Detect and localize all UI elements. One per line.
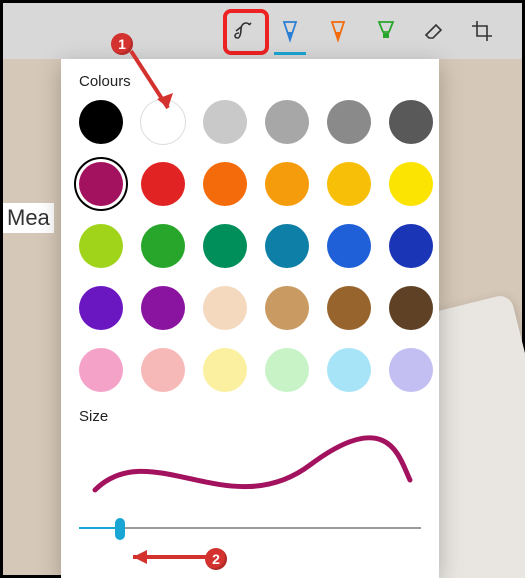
stroke-preview — [79, 435, 421, 505]
colour-swatch[interactable] — [141, 286, 185, 330]
colour-swatch[interactable] — [203, 162, 247, 206]
app-frame: Mea EL Colours Size — [0, 0, 525, 578]
slider-track — [79, 527, 421, 529]
pen-tool[interactable] — [272, 13, 308, 49]
colour-swatch[interactable] — [79, 224, 123, 268]
pen-icon — [278, 19, 302, 43]
callout-1: 1 — [111, 33, 133, 55]
colour-swatch[interactable] — [141, 100, 185, 144]
colour-swatch[interactable] — [327, 348, 371, 392]
colour-swatch[interactable] — [265, 224, 309, 268]
pen-popup: Colours Size — [61, 59, 439, 578]
colour-swatch[interactable] — [389, 224, 433, 268]
slider-thumb[interactable] — [115, 518, 125, 540]
colour-swatch[interactable] — [265, 162, 309, 206]
colour-swatch-grid — [79, 100, 421, 392]
colour-swatch[interactable] — [327, 224, 371, 268]
size-heading: Size — [79, 408, 421, 425]
eraser-tool[interactable] — [416, 13, 452, 49]
colour-swatch[interactable] — [79, 100, 123, 144]
colour-swatch[interactable] — [79, 162, 123, 206]
colour-swatch[interactable] — [327, 162, 371, 206]
pen-orange-icon — [326, 19, 350, 43]
colour-swatch[interactable] — [141, 348, 185, 392]
colour-swatch[interactable] — [203, 348, 247, 392]
colour-swatch[interactable] — [141, 224, 185, 268]
callout-2: 2 — [205, 548, 227, 570]
colour-swatch[interactable] — [389, 162, 433, 206]
colours-heading: Colours — [79, 73, 421, 90]
colour-swatch[interactable] — [327, 100, 371, 144]
size-slider[interactable] — [79, 514, 421, 544]
colour-swatch[interactable] — [203, 100, 247, 144]
crop-tool[interactable] — [464, 13, 500, 49]
eraser-icon — [422, 19, 446, 43]
colour-swatch[interactable] — [79, 348, 123, 392]
colour-swatch[interactable] — [389, 348, 433, 392]
annotation-highlight-box — [223, 9, 269, 55]
colour-swatch[interactable] — [265, 348, 309, 392]
slider-fill — [79, 527, 120, 529]
colour-swatch[interactable] — [203, 286, 247, 330]
pen-orange-tool[interactable] — [320, 13, 356, 49]
highlighter-icon — [374, 19, 398, 43]
colour-swatch[interactable] — [265, 286, 309, 330]
colour-swatch[interactable] — [79, 286, 123, 330]
colour-swatch[interactable] — [265, 100, 309, 144]
colour-swatch[interactable] — [327, 286, 371, 330]
colour-swatch[interactable] — [203, 224, 247, 268]
crop-icon — [470, 19, 494, 43]
colour-swatch[interactable] — [389, 286, 433, 330]
bg-text: Mea — [3, 203, 54, 233]
colour-swatch[interactable] — [141, 162, 185, 206]
highlighter-tool[interactable] — [368, 13, 404, 49]
colour-swatch[interactable] — [389, 100, 433, 144]
